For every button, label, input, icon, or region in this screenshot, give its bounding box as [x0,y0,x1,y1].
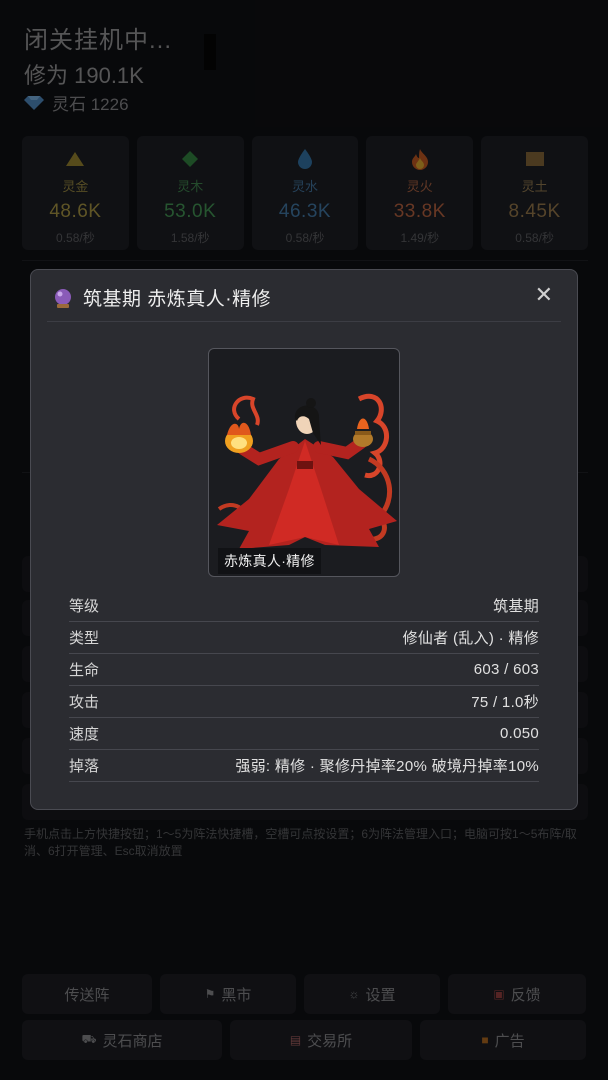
character-portrait: 赤炼真人·精修 [208,348,400,577]
stat-value: 75 / 1.0秒 [471,694,539,711]
crystal-ball-icon [55,288,71,308]
stat-label: 生命 [69,662,100,679]
stat-row-drops: 掉落 强弱: 精修 · 聚修丹掉率20% 破境丹掉率10% [69,750,539,782]
stat-row-attack: 攻击 75 / 1.0秒 [69,686,539,718]
modal-divider [47,321,561,322]
stat-row-speed: 速度 0.050 [69,718,539,750]
stat-label: 速度 [69,726,100,743]
portrait-caption: 赤炼真人·精修 [218,548,321,574]
modal-title: 筑基期 赤炼真人·精修 [83,289,272,310]
stat-value: 603 / 603 [473,661,539,678]
enemy-info-modal: 筑基期 赤炼真人·精修 ✕ 赤炼真人·精修 等级 筑基期 类型 修仙者 (乱入)… [30,269,578,810]
stat-label: 类型 [69,630,100,647]
stat-value: 筑基期 [493,598,539,615]
stat-row-type: 类型 修仙者 (乱入) · 精修 [69,622,539,654]
modal-header: 筑基期 赤炼真人·精修 [53,284,271,311]
stat-label: 攻击 [69,694,100,711]
stat-value: 强弱: 精修 · 聚修丹掉率20% 破境丹掉率10% [235,758,539,775]
stat-row-level: 等级 筑基期 [69,590,539,622]
stat-value: 0.050 [499,725,539,742]
cultivator-figure-image [217,394,397,549]
stat-row-health: 生命 603 / 603 [69,654,539,686]
stats-table: 等级 筑基期 类型 修仙者 (乱入) · 精修 生命 603 / 603 攻击 … [69,590,539,782]
stat-label: 掉落 [69,758,100,775]
stat-value: 修仙者 (乱入) · 精修 [402,630,539,647]
stat-label: 等级 [69,598,100,615]
close-icon[interactable]: ✕ [535,282,553,308]
